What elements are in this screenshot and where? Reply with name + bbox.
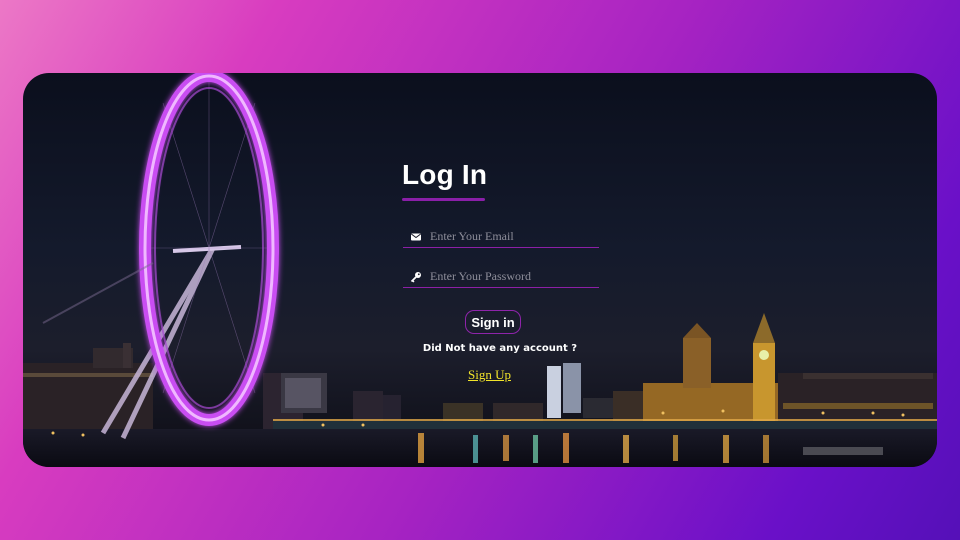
title-underline [402,198,485,201]
page-title: Log In [402,159,488,190]
envelope-icon [411,233,421,241]
no-account-text: Did Not have any account ? [422,343,578,354]
password-field [403,267,599,288]
email-input[interactable] [430,227,595,245]
login-card: Log In Sign in Did Not have any account … [23,73,937,467]
login-form: Log In Sign in Did Not have any account … [23,73,937,467]
email-field [403,227,599,248]
key-icon [410,272,421,283]
sign-up-link[interactable]: Sign Up [468,367,511,383]
sign-in-button[interactable]: Sign in [465,310,521,334]
password-input[interactable] [430,267,595,285]
